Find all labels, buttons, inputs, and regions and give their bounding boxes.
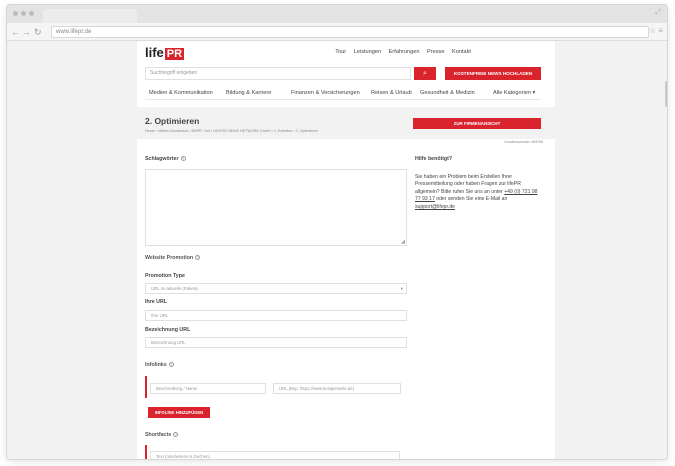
page-content: life PR Tour Leistungen Erfahrungen Press…	[137, 41, 555, 459]
help-icon[interactable]: ?	[195, 255, 201, 260]
page-viewport: life PR Tour Leistungen Erfahrungen Press…	[7, 41, 667, 459]
scrollbar-thumb[interactable]	[665, 81, 667, 107]
url-desc-label: Bezeichnung URL	[145, 327, 191, 333]
category-navigation: Medien & Kommunikation Bildung & Karrier…	[145, 86, 541, 100]
maximize-dot-icon[interactable]	[29, 11, 34, 16]
keywords-textarea[interactable]: ◢	[145, 169, 407, 246]
infolinks-label: Infolinks?	[145, 362, 174, 368]
category-finanzen[interactable]: Finanzen & Versicherungen	[291, 90, 360, 96]
shortfacts-label: Shortfacts?	[145, 432, 179, 438]
address-bar[interactable]: www.lifepr.de	[51, 26, 649, 38]
help-icon[interactable]: ?	[168, 362, 174, 367]
promotion-type-select[interactable]: URL im aktuelle (Pakete) ▾	[145, 283, 407, 294]
search-button[interactable]: ⌕	[414, 67, 436, 80]
breadcrumb: Home › Mailen Goodreach › BNPR › ent / U…	[145, 129, 318, 133]
search-icon: ⌕	[423, 70, 427, 77]
firm-view-button[interactable]: ZUR FIRMENANSICHT	[413, 118, 541, 129]
search-input[interactable]: Suchbegriff eingeben	[145, 67, 411, 80]
url-input[interactable]: Ihre URL	[145, 310, 407, 321]
top-navigation: Tour Leistungen Erfahrungen Presse Konta…	[329, 49, 471, 55]
help-title: Hilfe benötigt?	[415, 156, 453, 162]
url-desc-input[interactable]: Bezeichnung URL	[145, 337, 407, 348]
infolink-desc-input[interactable]: Beschreibung / Name	[150, 383, 266, 394]
website-promotion-label: Website Promotion?	[145, 255, 201, 261]
browser-window: ⤢ ← → ↻ www.lifepr.de ☆ ≡ life PR Tour Le…	[6, 4, 668, 460]
help-text: Sie haben ein Problem beim Erstellen Ihr…	[415, 174, 538, 210]
category-all-dropdown[interactable]: Alle Kategorien ▾	[493, 90, 535, 96]
minimize-dot-icon[interactable]	[21, 11, 26, 16]
reload-icon[interactable]: ↻	[34, 26, 42, 38]
upload-news-button[interactable]: KOSTENFREIE NEWS HOCHLADEN	[445, 67, 541, 80]
title-bar: ⤢	[7, 5, 667, 23]
topnav-presse[interactable]: Presse	[427, 49, 444, 55]
promotion-type-label: Promotion Type	[145, 273, 185, 279]
logo-mark: PR	[164, 48, 185, 60]
logo-text: life	[145, 45, 164, 60]
close-dot-icon[interactable]	[13, 11, 18, 16]
category-medien[interactable]: Medien & Kommunikation	[149, 90, 213, 96]
keywords-label: Schlagwörter?	[145, 156, 186, 162]
back-arrow-icon[interactable]: ←	[11, 26, 20, 38]
topnav-leistungen[interactable]: Leistungen	[354, 49, 381, 55]
forward-arrow-icon[interactable]: →	[22, 26, 31, 38]
customer-number: Kundennummer 483766	[504, 140, 543, 144]
step-header: 2. Optimieren Home › Mailen Goodreach › …	[137, 107, 555, 139]
site-logo[interactable]: life PR	[145, 45, 185, 60]
category-bildung[interactable]: Bildung & Karriere	[226, 90, 271, 96]
topnav-erfahrungen[interactable]: Erfahrungen	[389, 49, 420, 55]
topnav-kontakt[interactable]: Kontakt	[452, 49, 471, 55]
fullscreen-icon[interactable]: ⤢	[655, 9, 661, 17]
shortfacts-row-marker	[145, 445, 147, 459]
help-email-link[interactable]: support@lifepr.de	[415, 204, 455, 210]
infolink-row-marker	[145, 376, 147, 398]
category-gesundheit[interactable]: Gesundheit & Medizin	[420, 90, 475, 96]
help-icon[interactable]: ?	[173, 432, 179, 437]
add-infolink-button[interactable]: INFOLINK HINZUFÜGEN	[148, 407, 210, 418]
shortfacts-input[interactable]: Text (mindestens 6 Zeichen)	[150, 451, 400, 459]
infolink-url-input[interactable]: URL (Bsp. https://www.beispielseite.de)	[273, 383, 401, 394]
chevron-down-icon: ▾	[400, 286, 403, 291]
url-label: Ihre URL	[145, 299, 168, 305]
category-reisen[interactable]: Reisen & Urlaub	[371, 90, 412, 96]
browser-toolbar: ← → ↻ www.lifepr.de ☆ ≡	[7, 23, 667, 41]
browser-tab[interactable]	[43, 9, 137, 23]
page-title: 2. Optimieren	[145, 116, 200, 126]
topnav-tour[interactable]: Tour	[335, 49, 346, 55]
help-icon[interactable]: ?	[180, 156, 186, 161]
resize-handle-icon[interactable]: ◢	[401, 239, 405, 245]
menu-icon[interactable]: ☆ ≡	[649, 26, 663, 35]
